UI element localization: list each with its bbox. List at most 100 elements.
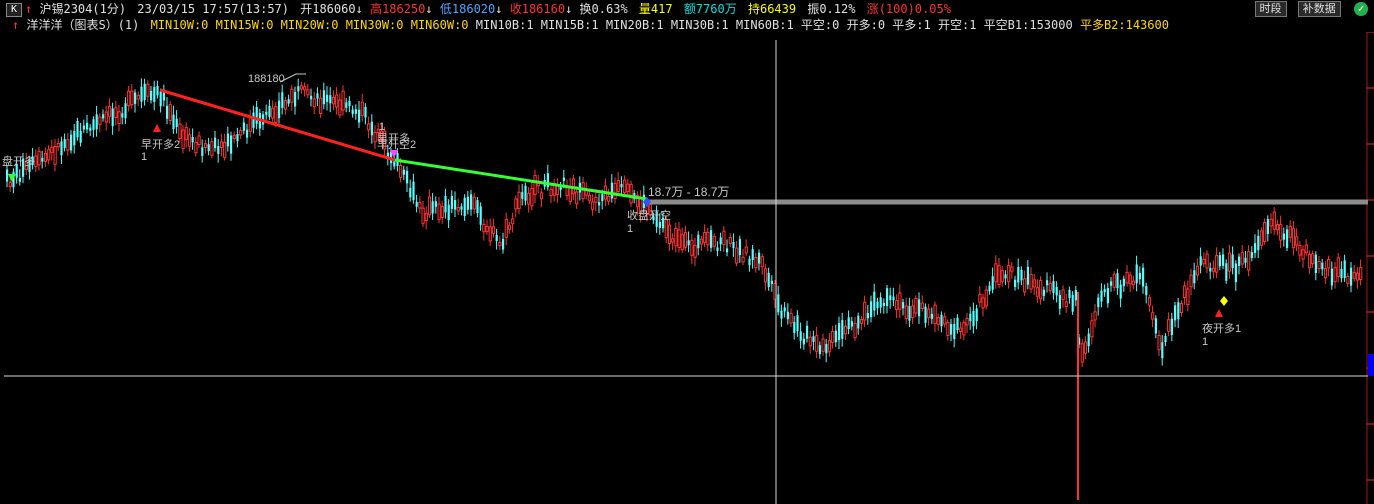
candle-body [194, 142, 198, 154]
candle-body [504, 218, 508, 238]
candle-body [703, 231, 707, 243]
candle-body [1225, 263, 1228, 281]
candle-body [1023, 278, 1027, 293]
candle-body [1074, 290, 1077, 301]
candle-body [232, 134, 236, 139]
candle-body [491, 226, 496, 234]
candle-body [1048, 282, 1052, 291]
candle-body [1170, 318, 1173, 335]
price-marker [1368, 354, 1374, 376]
min-b-value: MIN30B:1 [670, 18, 729, 32]
candle-body [818, 345, 821, 355]
indicator-min-b: MIN10B:1 MIN15B:1 MIN20B:1 MIN30B:1 MIN6… [476, 18, 801, 32]
candle-body [1266, 219, 1269, 234]
candle-body [857, 315, 860, 329]
open-price: 开186060 [300, 2, 356, 16]
flag-value: 开多:0 [846, 18, 886, 32]
candle-body [895, 300, 899, 310]
candle-body [1071, 295, 1074, 312]
candle-body [511, 218, 515, 225]
k-line-button[interactable]: K [6, 2, 22, 17]
candle-body [431, 201, 434, 214]
count-label: 1 [141, 151, 147, 163]
sell-arrow-icon [8, 174, 16, 182]
candle-body [802, 338, 805, 345]
candle-body [345, 102, 348, 108]
candle-body [219, 141, 224, 149]
min-w-value: MIN60W:0 [410, 18, 469, 32]
candle-body [47, 149, 51, 161]
candle-body [1026, 266, 1029, 285]
min-w-value: MIN10W:0 [150, 18, 209, 32]
candle-body [373, 132, 377, 143]
candle-body [936, 317, 940, 325]
candle-body [741, 256, 745, 263]
candle-body [265, 111, 268, 115]
min-w-value: MIN20W:0 [280, 18, 339, 32]
candle-body [268, 105, 271, 117]
candle-body [690, 239, 694, 256]
candle-body [98, 116, 102, 125]
candle-body [168, 104, 172, 121]
candle-body [994, 263, 998, 283]
candle-body [1039, 279, 1043, 300]
candle-body [1218, 255, 1221, 267]
candle-body [1154, 318, 1157, 334]
candle-body [107, 106, 112, 117]
candle-body [1352, 271, 1356, 279]
candle-body [1247, 251, 1251, 271]
candle-body [124, 103, 127, 119]
candle-body [626, 183, 630, 193]
candle-body [60, 141, 63, 156]
candle-body [485, 226, 489, 232]
candle-body [76, 121, 79, 138]
candle-body [56, 143, 60, 148]
check-circle-icon[interactable]: ✓ [1354, 1, 1368, 16]
candle-body [488, 226, 492, 242]
candle-body [351, 109, 354, 115]
down-arrow-icon: ↓ [355, 2, 363, 16]
candle-body [153, 86, 156, 102]
candle-body [965, 317, 969, 326]
volume: 量417 [638, 2, 673, 16]
candle-body [1209, 268, 1212, 272]
candle-body [728, 236, 732, 244]
candle-body [1350, 267, 1353, 286]
candle-body [162, 92, 165, 101]
candle-body [956, 317, 959, 331]
candle-body [1017, 266, 1020, 283]
indicator-flags: 平空:0 开多:0 平多:1 开空:1 平空B1:153000 [801, 18, 1080, 32]
supplement-data-button[interactable]: 补数据 [1297, 1, 1341, 17]
candle-body [933, 304, 937, 325]
candle-body [322, 90, 325, 105]
candle-body [242, 122, 245, 131]
candle-body [1068, 289, 1071, 298]
candle-body [517, 191, 521, 209]
price-change: 涨(100)0.05% [866, 2, 951, 16]
candle-body [876, 301, 879, 309]
candle-body [726, 248, 729, 253]
candle-body [1151, 312, 1155, 320]
candle-body [879, 297, 882, 308]
candlestick-chart[interactable]: 188180 18.7万 - 18.7万 早开多2 1 夜开多1 1 收盘开空 … [0, 32, 1374, 504]
candle-body [530, 188, 534, 207]
candle-body [248, 117, 252, 132]
candle-body [719, 237, 722, 245]
period-button[interactable]: 时段 [1254, 1, 1287, 17]
candle-body [114, 107, 118, 119]
candle-body [1307, 253, 1312, 269]
candle-body [319, 97, 323, 114]
candle-body [680, 234, 684, 251]
indicator-name[interactable]: 洋洋洋（图表S）(1) [26, 18, 139, 32]
candle-body [226, 133, 229, 147]
candle-body [415, 201, 418, 207]
candle-body [565, 186, 569, 197]
candle-body [437, 203, 441, 220]
candle-body [271, 107, 275, 119]
candle-body [283, 100, 288, 110]
flag-value: 平空:0 [800, 18, 840, 32]
candle-body [972, 310, 975, 327]
candle-body [252, 112, 255, 128]
candle-body [598, 202, 601, 206]
candle-body [92, 119, 95, 130]
